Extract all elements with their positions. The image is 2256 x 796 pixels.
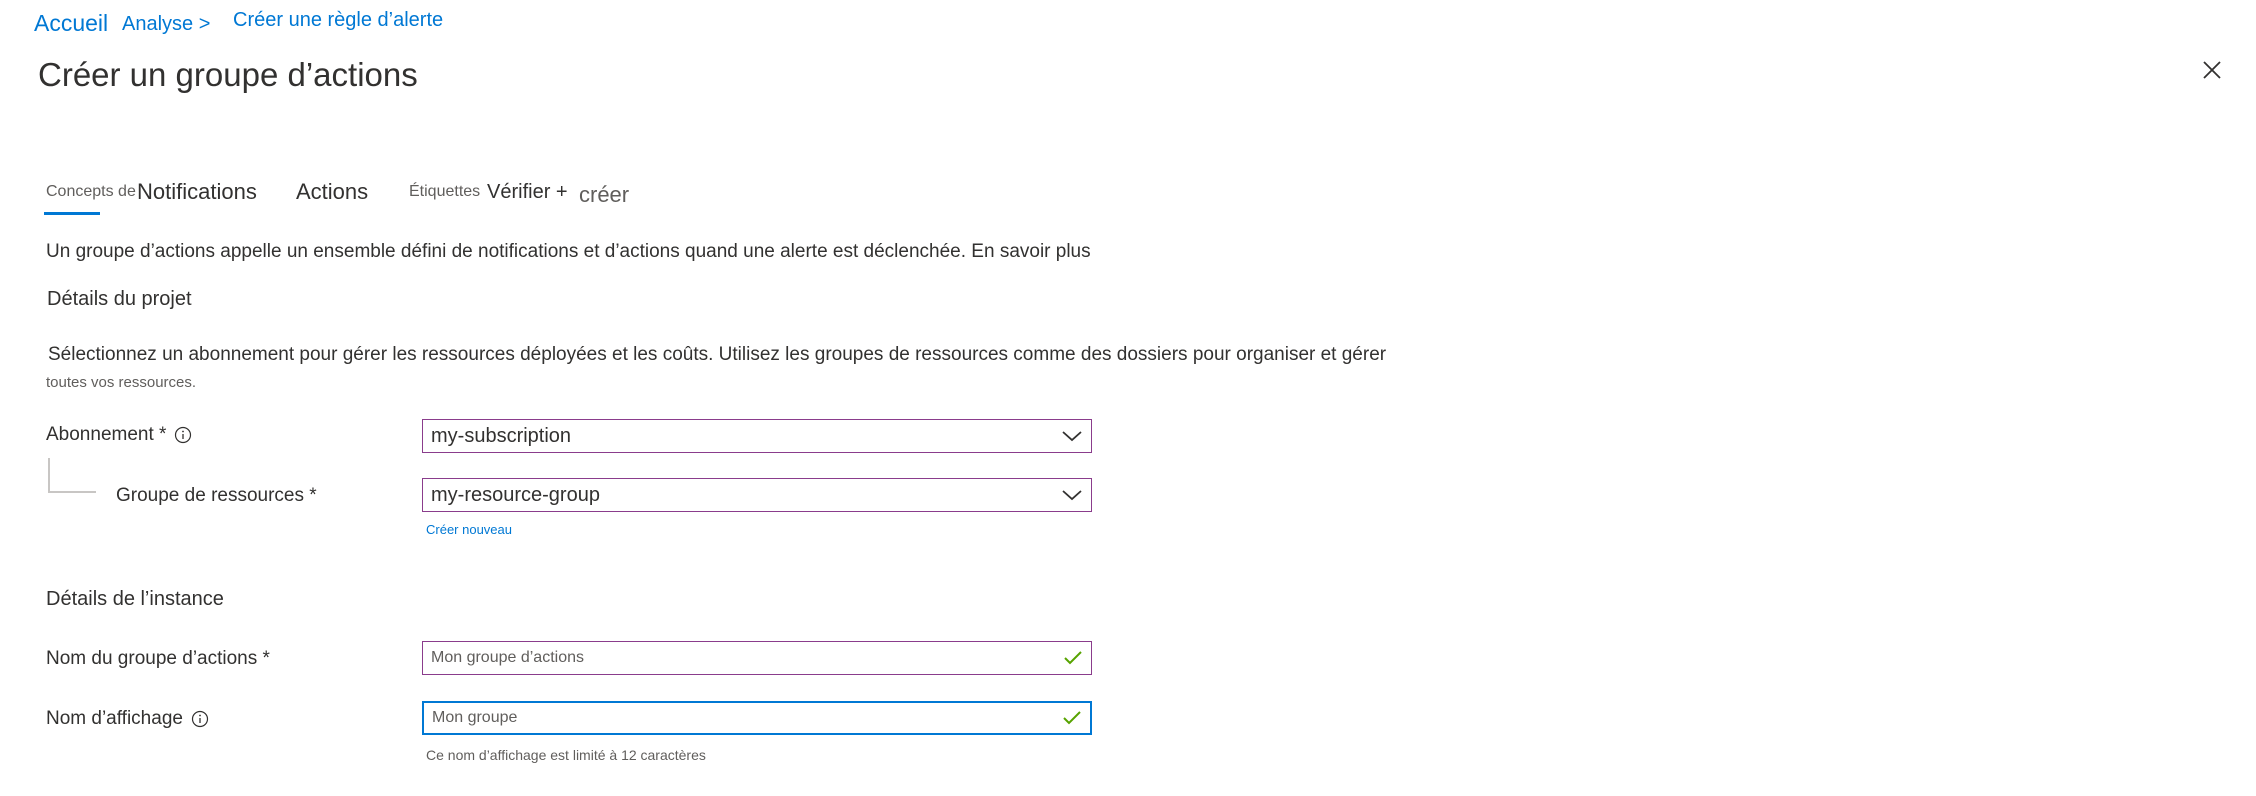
page-title: Créer un groupe d’actions <box>38 56 418 93</box>
display-name-input[interactable]: Mon groupe <box>422 701 1092 735</box>
action-group-name-input[interactable]: Mon groupe d’actions <box>422 641 1092 675</box>
resource-group-dropdown[interactable]: my-resource-group <box>422 478 1092 512</box>
tab-create[interactable]: créer <box>579 182 629 208</box>
action-group-name-value: Mon groupe d’actions <box>431 649 584 666</box>
tab-actions[interactable]: Actions <box>296 179 368 205</box>
instance-details-heading: Détails de l’instance <box>46 588 224 610</box>
subscription-dropdown[interactable]: my-subscription <box>422 419 1092 453</box>
create-new-resource-group-link[interactable]: Créer nouveau <box>426 522 512 537</box>
display-name-hint: Ce nom d’affichage est limité à 12 carac… <box>426 747 706 763</box>
project-description: Sélectionnez un abonnement pour gérer le… <box>48 344 1387 365</box>
tab-notifications[interactable]: Notifications <box>137 179 257 205</box>
tab-review[interactable]: Vérifier + <box>487 181 568 204</box>
action-group-name-label: Nom du groupe d’actions * <box>46 648 270 669</box>
subscription-label: Abonnement * <box>46 424 167 445</box>
tab-tags[interactable]: Étiquettes <box>409 183 480 201</box>
close-icon <box>2203 61 2221 79</box>
tree-connector-vertical <box>48 458 50 492</box>
action-group-name-label-row: Nom du groupe d’actions * <box>46 648 270 670</box>
project-description-continued: toutes vos ressources. <box>46 374 197 391</box>
create-action-group-page: Accueil Analyse > Créer une règle d’aler… <box>0 0 2256 796</box>
tab-basics[interactable]: Concepts de <box>46 183 136 201</box>
checkmark-icon <box>1063 711 1081 725</box>
tree-connector-horizontal <box>48 491 96 493</box>
info-icon[interactable] <box>174 426 192 444</box>
display-name-label: Nom d’affichage <box>46 708 183 729</box>
close-button[interactable] <box>2200 58 2224 82</box>
resource-group-label-row: Groupe de ressources * <box>116 485 317 507</box>
chevron-down-icon <box>1062 431 1082 442</box>
info-icon[interactable] <box>191 710 209 728</box>
tab-selected-indicator <box>44 212 100 215</box>
chevron-down-icon <box>1062 490 1082 501</box>
checkmark-icon <box>1064 651 1082 665</box>
resource-group-label: Groupe de ressources * <box>116 485 317 506</box>
display-name-label-row: Nom d’affichage <box>46 708 209 730</box>
project-details-heading: Détails du projet <box>47 288 192 310</box>
display-name-value: Mon groupe <box>432 709 518 726</box>
breadcrumb-create-alert-rule[interactable]: Créer une règle d’alerte <box>233 9 443 32</box>
subscription-value: my-subscription <box>431 424 572 447</box>
breadcrumb-analysis[interactable]: Analyse > <box>122 13 210 36</box>
intro-text: Un groupe d’actions appelle un ensemble … <box>46 241 1091 262</box>
resource-group-value: my-resource-group <box>431 483 600 506</box>
breadcrumb-home[interactable]: Accueil <box>34 10 108 37</box>
subscription-label-row: Abonnement * <box>46 424 192 446</box>
